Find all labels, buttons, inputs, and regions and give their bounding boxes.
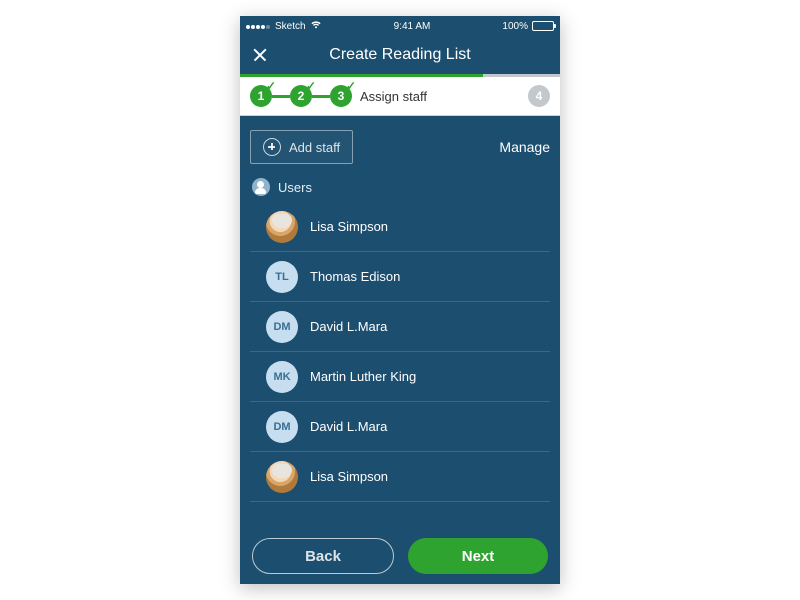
user-icon [252, 178, 270, 196]
list-item[interactable]: Lisa Simpson [250, 202, 550, 252]
page-title: Create Reading List [329, 46, 470, 64]
step-3[interactable]: 3 ✓ [330, 85, 352, 107]
status-bar: Sketch 9:41 AM 100% [240, 16, 560, 36]
list-item[interactable]: MK Martin Luther King [250, 352, 550, 402]
user-list: Lisa Simpson TL Thomas Edison DM David L.Mar… [250, 202, 550, 528]
plus-icon [263, 138, 281, 156]
avatar-photo [266, 211, 298, 243]
step-4[interactable]: 4 [528, 85, 550, 107]
avatar-initials: MK [266, 361, 298, 393]
phone-frame: Sketch 9:41 AM 100% Create Reading List … [240, 16, 560, 584]
step-1-num: 1 [258, 89, 265, 103]
wifi-icon [310, 20, 322, 32]
manage-button[interactable]: Manage [499, 139, 550, 155]
step-3-num: 3 [338, 89, 345, 103]
user-name-label: Lisa Simpson [310, 469, 388, 484]
next-button[interactable]: Next [408, 538, 548, 574]
signal-dots-icon [246, 21, 271, 32]
content-area: Add staff Manage Users Lisa Simpson TL Tho… [240, 116, 560, 528]
step-active-label: Assign staff [360, 89, 528, 104]
user-name-label: Thomas Edison [310, 269, 400, 284]
avatar-initials: TL [266, 261, 298, 293]
avatar-initials: DM [266, 411, 298, 443]
stepper-bar: 1 ✓ 2 ✓ 3 ✓ Assign staff 4 [240, 74, 560, 116]
checkmark-icon: ✓ [346, 79, 356, 93]
user-name-label: Martin Luther King [310, 369, 416, 384]
step-connector [312, 95, 330, 98]
battery-pct-label: 100% [502, 21, 528, 32]
user-name-label: David L.Mara [310, 319, 387, 334]
footer-bar: Back Next [240, 528, 560, 584]
checkmark-icon: ✓ [266, 79, 276, 93]
list-item[interactable]: TL Thomas Edison [250, 252, 550, 302]
add-staff-label: Add staff [289, 140, 340, 155]
avatar-photo [266, 461, 298, 493]
avatar-initials: DM [266, 311, 298, 343]
step-4-num: 4 [536, 89, 543, 103]
user-name-label: Lisa Simpson [310, 219, 388, 234]
battery-icon [532, 21, 554, 31]
user-name-label: David L.Mara [310, 419, 387, 434]
list-item[interactable]: DM David L.Mara [250, 402, 550, 452]
add-staff-button[interactable]: Add staff [250, 130, 353, 164]
list-item[interactable]: Lisa Simpson [250, 452, 550, 502]
users-section-header: Users [250, 178, 550, 196]
step-2[interactable]: 2 ✓ [290, 85, 312, 107]
carrier-label: Sketch [275, 21, 306, 32]
nav-bar: Create Reading List [240, 36, 560, 74]
step-2-num: 2 [298, 89, 305, 103]
checkmark-icon: ✓ [306, 79, 316, 93]
list-item[interactable]: DM David L.Mara [250, 302, 550, 352]
users-section-title: Users [278, 180, 312, 195]
step-connector [272, 95, 290, 98]
close-icon[interactable] [250, 45, 270, 65]
step-1[interactable]: 1 ✓ [250, 85, 272, 107]
clock-label: 9:41 AM [394, 21, 431, 32]
back-button[interactable]: Back [252, 538, 394, 574]
